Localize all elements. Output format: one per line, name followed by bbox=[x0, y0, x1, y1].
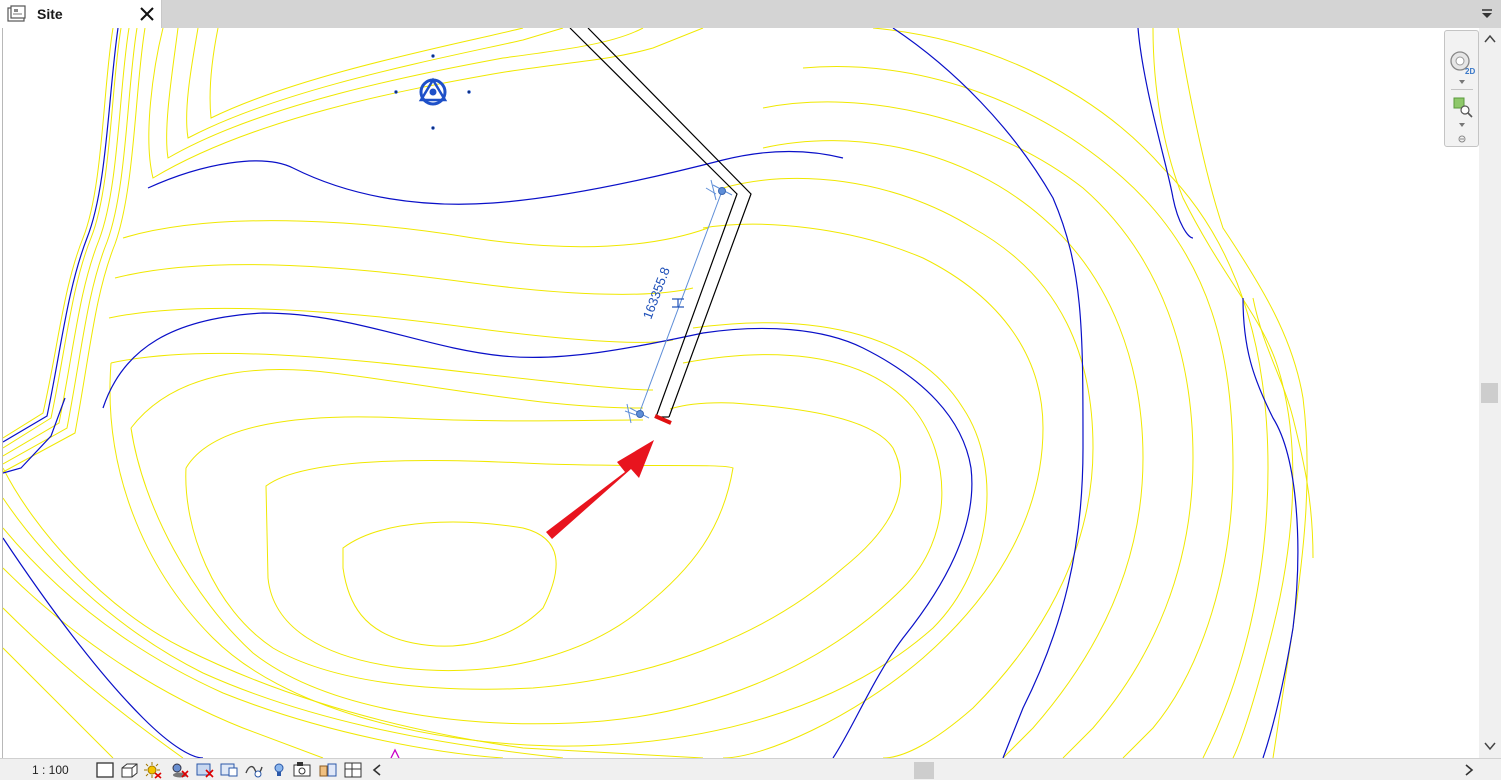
minor-contour-line[interactable] bbox=[3, 28, 138, 465]
minor-contour-line[interactable] bbox=[265, 459, 734, 671]
unlock-3d-view-icon[interactable] bbox=[244, 761, 264, 779]
minor-contour-line[interactable] bbox=[702, 223, 1044, 758]
minor-contour-line[interactable] bbox=[3, 607, 184, 758]
minor-contour-line[interactable] bbox=[802, 65, 1234, 758]
crop-view-icon[interactable] bbox=[195, 761, 215, 779]
zoom-region-icon[interactable] bbox=[1448, 93, 1476, 121]
close-icon[interactable] bbox=[137, 4, 157, 24]
horizontal-scroll-thumb[interactable] bbox=[914, 762, 934, 779]
minor-contour-line[interactable] bbox=[342, 521, 557, 647]
annotation-arrow bbox=[546, 440, 654, 539]
steering-wheel-2d-icon[interactable]: 2D bbox=[1448, 49, 1476, 77]
major-contours bbox=[3, 28, 1299, 758]
minor-contour-line[interactable] bbox=[3, 497, 564, 758]
view-tab-bar: Site bbox=[0, 0, 1501, 28]
chevron-down-icon[interactable] bbox=[1457, 78, 1467, 86]
hide-analytical-model-icon[interactable] bbox=[343, 761, 363, 779]
site-view-icon bbox=[7, 5, 26, 22]
sun-path-icon[interactable] bbox=[143, 761, 163, 779]
minor-contour-line[interactable] bbox=[722, 177, 1094, 758]
minor-contour-line[interactable] bbox=[1252, 297, 1314, 559]
major-contour-line[interactable] bbox=[3, 397, 66, 474]
minor-contour-line[interactable] bbox=[209, 28, 524, 119]
minor-contour-line[interactable] bbox=[185, 402, 902, 690]
minor-contour-line[interactable] bbox=[3, 647, 114, 758]
temporary-hide-icon[interactable] bbox=[270, 761, 290, 779]
minor-contour-line[interactable] bbox=[110, 352, 654, 391]
shadows-icon[interactable] bbox=[170, 761, 190, 779]
elevation-marker bbox=[390, 748, 400, 758]
minor-contour-line[interactable] bbox=[166, 28, 644, 159]
dimension-witness-point[interactable] bbox=[718, 187, 726, 195]
site-plan-drawing[interactable]: 163355.8 bbox=[3, 28, 1479, 758]
visual-style-icon[interactable] bbox=[119, 761, 139, 779]
major-contour-line[interactable] bbox=[1137, 28, 1194, 239]
minor-contour-line[interactable] bbox=[3, 28, 122, 449]
navigation-bar: 2D bbox=[1444, 30, 1479, 147]
minor-contour-line[interactable] bbox=[1177, 28, 1308, 758]
minor-contour-line[interactable] bbox=[122, 220, 709, 248]
view-control-bar: 1 : 100 bbox=[0, 758, 1501, 780]
major-contour-line[interactable] bbox=[3, 537, 204, 758]
major-contour-line[interactable] bbox=[1242, 297, 1299, 758]
navbar-separator bbox=[1451, 89, 1473, 90]
vertical-scrollbar[interactable] bbox=[1479, 28, 1501, 758]
tab-title: Site bbox=[37, 6, 63, 22]
drawing-canvas[interactable]: 163355.8 bbox=[2, 28, 1479, 758]
scroll-left-icon[interactable] bbox=[372, 764, 382, 776]
detail-level-icon[interactable] bbox=[95, 761, 115, 779]
tab-site[interactable]: Site bbox=[0, 0, 162, 28]
minor-contour-line[interactable] bbox=[762, 101, 1194, 758]
vertical-scroll-thumb[interactable] bbox=[1481, 383, 1498, 403]
dimension-witness-point[interactable] bbox=[636, 410, 644, 418]
minor-contour-line[interactable] bbox=[108, 307, 674, 343]
minor-contour-line[interactable] bbox=[186, 28, 564, 139]
tab-list-dropdown-icon[interactable] bbox=[1480, 8, 1494, 20]
minor-contour-line[interactable] bbox=[3, 567, 324, 758]
property-boundary[interactable] bbox=[569, 28, 752, 418]
scroll-right-icon[interactable] bbox=[1464, 764, 1474, 776]
chevron-down-icon[interactable] bbox=[1457, 121, 1467, 129]
minor-contour-line[interactable] bbox=[114, 264, 694, 295]
minor-contour-line[interactable] bbox=[130, 369, 644, 429]
svg-text:2D: 2D bbox=[1465, 67, 1475, 76]
navbar-options-icon[interactable] bbox=[1457, 135, 1467, 143]
scroll-down-icon[interactable] bbox=[1484, 741, 1496, 751]
minor-contour-line[interactable] bbox=[1152, 28, 1294, 758]
major-contour-line[interactable] bbox=[892, 28, 1084, 758]
minor-contours bbox=[3, 28, 1314, 758]
minor-contour-line[interactable] bbox=[3, 28, 114, 439]
minor-contour-line[interactable] bbox=[130, 354, 943, 725]
show-crop-region-icon[interactable] bbox=[219, 761, 239, 779]
reveal-hidden-icon[interactable] bbox=[292, 761, 312, 779]
view-scale[interactable]: 1 : 100 bbox=[32, 763, 69, 777]
dimension-value[interactable]: 163355.8 bbox=[640, 265, 673, 321]
minor-contour-line[interactable] bbox=[3, 28, 146, 473]
minor-contour-line[interactable] bbox=[762, 140, 1144, 758]
temporary-view-properties-icon[interactable] bbox=[318, 761, 338, 779]
dimension-lock-icon[interactable] bbox=[672, 298, 684, 308]
scroll-up-icon[interactable] bbox=[1484, 34, 1496, 44]
major-contour-line[interactable] bbox=[147, 150, 844, 205]
